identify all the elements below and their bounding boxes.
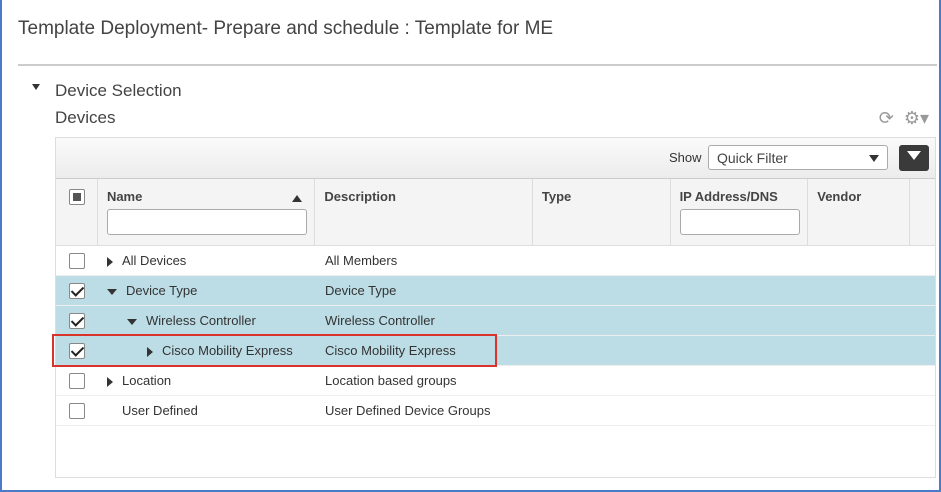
row-checkbox[interactable] xyxy=(69,372,85,389)
refresh-icon[interactable]: ⟳ xyxy=(879,108,894,129)
col-name[interactable]: Name xyxy=(98,179,316,245)
collapse-icon[interactable] xyxy=(127,318,137,325)
row-description: User Defined Device Groups xyxy=(325,403,491,418)
row-name: Device Type xyxy=(126,283,198,298)
name-filter-input[interactable] xyxy=(106,209,307,235)
row-name: All Devices xyxy=(122,253,187,268)
table-toolbar: Show Quick Filter xyxy=(56,138,935,179)
subsection-title: Devices xyxy=(55,108,116,127)
show-label: Show xyxy=(669,150,702,165)
row-checkbox[interactable] xyxy=(69,402,85,419)
divider xyxy=(18,64,937,66)
row-checkbox[interactable] xyxy=(69,312,85,329)
gear-icon[interactable]: ⚙▾ xyxy=(904,108,929,129)
row-name: Location xyxy=(122,373,172,388)
table-row[interactable]: Location Location based groups xyxy=(56,366,935,396)
table-row[interactable]: All Devices All Members xyxy=(56,246,935,276)
row-description: Wireless Controller xyxy=(325,313,435,328)
expand-icon[interactable] xyxy=(107,256,113,267)
table-row[interactable]: Device Type Device Type xyxy=(56,276,935,306)
row-description: All Members xyxy=(325,253,398,268)
section-title[interactable]: Device Selection xyxy=(55,81,182,101)
row-description: Location based groups xyxy=(325,373,457,388)
quick-filter-select[interactable]: Quick Filter xyxy=(708,145,888,170)
table-header: Name Description Type IP Address/DNS Ven… xyxy=(56,179,935,246)
select-all-checkbox[interactable] xyxy=(69,189,85,205)
row-description: Device Type xyxy=(325,283,397,298)
row-name: Wireless Controller xyxy=(146,313,256,328)
table-row[interactable]: Wireless Controller Wireless Controller xyxy=(56,306,935,336)
ip-filter-input[interactable] xyxy=(679,209,800,235)
expand-icon[interactable] xyxy=(107,376,113,387)
col-type[interactable]: Type xyxy=(533,179,671,245)
col-vendor[interactable]: Vendor xyxy=(808,179,911,245)
collapse-icon[interactable] xyxy=(32,84,40,90)
page-title: Template Deployment- Prepare and schedul… xyxy=(18,18,554,39)
collapse-icon[interactable] xyxy=(107,288,117,295)
chevron-down-icon xyxy=(869,155,879,162)
row-checkbox[interactable] xyxy=(69,252,85,269)
devices-table: Show Quick Filter Name Description Type … xyxy=(55,137,936,478)
col-description[interactable]: Description xyxy=(315,179,533,245)
table-row[interactable]: User Defined User Defined Device Groups xyxy=(56,396,935,426)
row-checkbox[interactable] xyxy=(69,282,85,299)
sort-asc-icon[interactable] xyxy=(292,195,303,202)
filter-button[interactable] xyxy=(899,145,929,171)
filter-value: Quick Filter xyxy=(717,150,788,166)
highlight-box xyxy=(52,334,497,367)
col-ip[interactable]: IP Address/DNS xyxy=(671,179,809,245)
row-name: User Defined xyxy=(122,403,198,418)
